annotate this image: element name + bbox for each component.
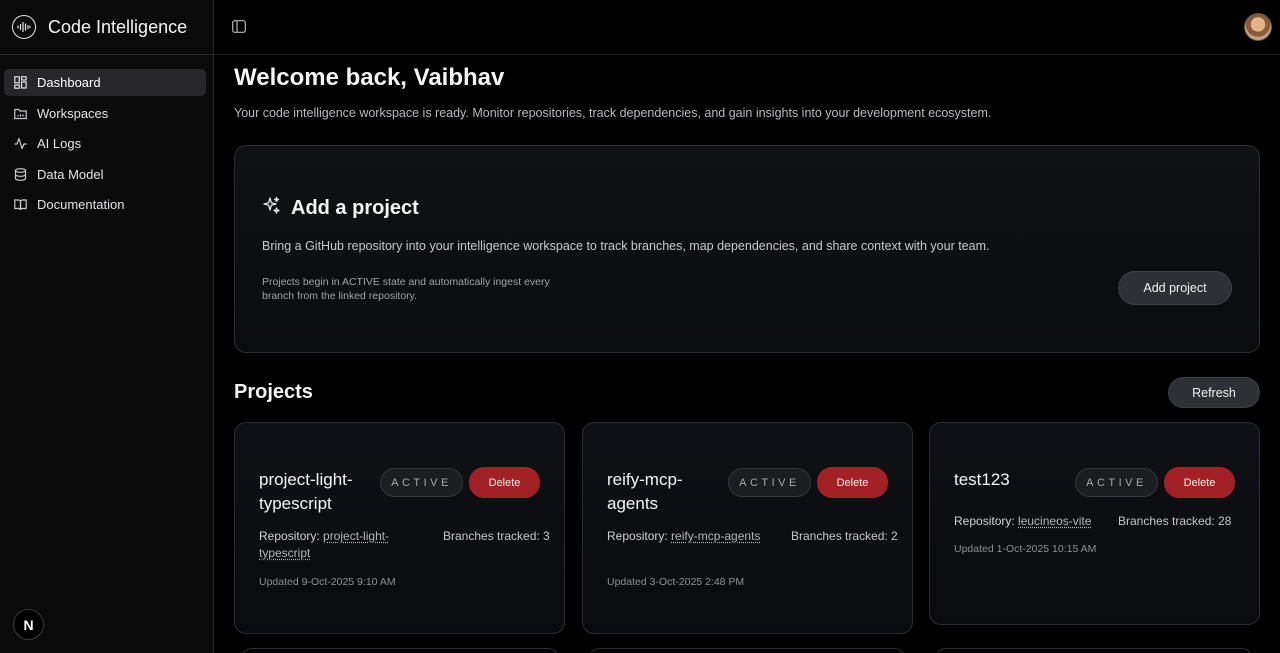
user-avatar[interactable] <box>1244 13 1272 41</box>
repository-link[interactable]: reify-mcp-agents <box>671 529 760 543</box>
project-card-next-row <box>242 648 558 653</box>
sidebar-toggle-icon[interactable] <box>232 20 246 33</box>
repository-link[interactable]: leucineos-vite <box>1018 514 1091 528</box>
branches-tracked: Branches tracked: 28 <box>1118 514 1232 528</box>
sparkles-icon <box>262 196 281 220</box>
project-name: test123 <box>954 470 1010 489</box>
add-project-note: Projects begin in ACTIVE state and autom… <box>262 276 550 302</box>
delete-button[interactable]: Delete <box>1164 467 1235 498</box>
delete-button[interactable]: Delete <box>469 467 540 498</box>
refresh-button[interactable]: Refresh <box>1168 377 1260 408</box>
repository-label: Repository: <box>954 514 1015 528</box>
sidebar-nav: Dashboard Workspaces AI Logs Data Model … <box>0 55 213 218</box>
project-repository: Repository: reify-mcp-agents <box>607 528 767 545</box>
sidebar-item-label: Documentation <box>37 197 125 213</box>
updated-timestamp: Updated 1-Oct-2025 10:15 AM <box>954 543 1097 555</box>
sidebar-item-label: Dashboard <box>37 75 101 90</box>
sidebar-item-label: Data Model <box>37 166 104 182</box>
projects-grid: project-light-typescript ACTIVE Delete R… <box>234 422 1260 653</box>
sidebar-item-documentation[interactable]: Documentation <box>4 191 206 218</box>
projects-heading: Projects <box>234 381 313 403</box>
waveform-globe-icon <box>12 15 36 39</box>
status-badge: ACTIVE <box>1075 468 1158 497</box>
project-repository: Repository: project-light-typescript <box>259 528 419 562</box>
project-name: project-light-typescript <box>259 470 353 513</box>
repository-label: Repository: <box>259 529 320 543</box>
brand[interactable]: Code Intelligence <box>0 0 213 55</box>
add-project-card: Add a project Bring a GitHub repository … <box>234 145 1260 353</box>
book-open-icon <box>14 198 27 211</box>
updated-timestamp: Updated 3-Oct-2025 2:48 PM <box>607 576 745 588</box>
status-badge: ACTIVE <box>728 468 811 497</box>
framework-badge[interactable]: N <box>13 609 44 640</box>
updated-timestamp: Updated 9-Oct-2025 9:10 AM <box>259 576 396 588</box>
branches-tracked: Branches tracked: 3 <box>443 529 550 543</box>
topbar <box>214 0 1280 55</box>
page-title: Welcome back, Vaibhav <box>234 64 505 91</box>
sidebar-item-workspaces[interactable]: Workspaces <box>4 100 206 127</box>
add-project-title: Add a project <box>291 196 419 219</box>
page-subtitle: Your code intelligence workspace is read… <box>234 106 992 120</box>
repository-label: Repository: <box>607 529 668 543</box>
add-project-button[interactable]: Add project <box>1118 271 1232 305</box>
activity-icon <box>14 137 27 150</box>
sidebar-item-ai-logs[interactable]: AI Logs <box>4 130 206 157</box>
project-card-next-row <box>589 648 905 653</box>
main-content: Welcome back, Vaibhav Your code intellig… <box>234 55 1260 653</box>
sidebar: Code Intelligence Dashboard Workspaces A… <box>0 0 214 653</box>
folder-icon <box>14 107 27 120</box>
project-card[interactable]: reify-mcp-agents ACTIVE Delete Repositor… <box>582 422 913 634</box>
delete-button[interactable]: Delete <box>817 467 888 498</box>
database-icon <box>14 167 27 181</box>
branches-tracked: Branches tracked: 2 <box>791 529 898 543</box>
sidebar-item-label: AI Logs <box>37 136 82 152</box>
project-name: reify-mcp-agents <box>607 470 683 513</box>
sidebar-item-data-model[interactable]: Data Model <box>4 161 206 188</box>
status-badge: ACTIVE <box>380 468 463 497</box>
sidebar-item-label: Workspaces <box>37 105 109 121</box>
add-project-description: Bring a GitHub repository into your inte… <box>262 239 990 253</box>
project-card[interactable]: test123 ACTIVE Delete Repository: leucin… <box>929 422 1260 625</box>
sidebar-item-dashboard[interactable]: Dashboard <box>4 69 206 96</box>
app-name: Code Intelligence <box>48 16 188 37</box>
project-card-next-row <box>936 648 1252 653</box>
add-project-header: Add a project <box>262 196 419 220</box>
dashboard-grid-icon <box>14 76 27 89</box>
project-card[interactable]: project-light-typescript ACTIVE Delete R… <box>234 422 565 634</box>
